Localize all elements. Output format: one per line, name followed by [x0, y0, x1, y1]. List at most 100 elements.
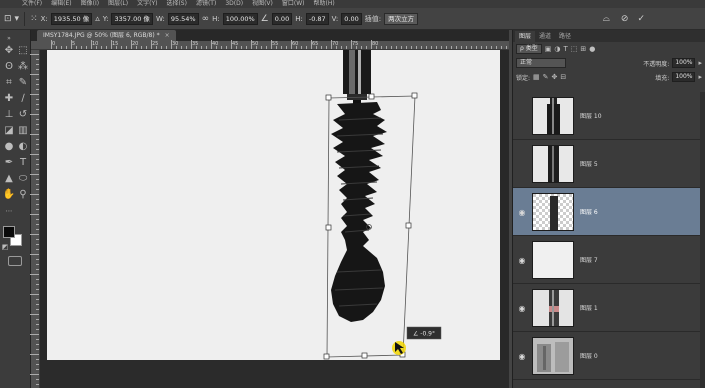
- ruler-tick: [36, 299, 39, 300]
- menu-edit[interactable]: 编辑(E): [51, 0, 71, 8]
- menu-filter[interactable]: 滤镜(T): [196, 0, 216, 8]
- layer-row[interactable]: 图层 10: [513, 92, 705, 140]
- transform-handle[interactable]: [405, 222, 412, 229]
- shape-tool-icon[interactable]: ⬭: [16, 172, 30, 186]
- width-field[interactable]: 95.54%: [167, 12, 199, 25]
- tab-layers[interactable]: 图层: [515, 31, 536, 42]
- menu-file[interactable]: 文件(F): [22, 0, 42, 8]
- lock-transparency-icon[interactable]: ▦: [533, 73, 540, 81]
- delta-icon[interactable]: ▵: [95, 13, 100, 25]
- visibility-toggle[interactable]: [516, 158, 528, 170]
- menu-view[interactable]: 视图(V): [252, 0, 273, 8]
- panel-scrollbar[interactable]: [700, 92, 705, 388]
- zoom-tool-icon[interactable]: ⚲: [16, 188, 30, 202]
- dodge-tool-icon[interactable]: ◐: [16, 140, 30, 154]
- crop-tool-icon[interactable]: ⌗: [2, 76, 16, 90]
- angle-field[interactable]: 0.00: [271, 12, 293, 25]
- marquee-tool-icon[interactable]: ⬚: [16, 44, 30, 58]
- transform-handle[interactable]: [368, 93, 375, 100]
- ruler-tick: [30, 214, 39, 215]
- fill-dropdown-icon[interactable]: ▸: [698, 73, 702, 81]
- menu-type[interactable]: 文字(Y): [137, 0, 157, 8]
- clone-stamp-tool-icon[interactable]: ⊥: [2, 108, 16, 122]
- transform-handle[interactable]: [325, 224, 332, 231]
- foreground-color-swatch[interactable]: [3, 226, 15, 238]
- eye-icon[interactable]: ◉: [516, 302, 528, 314]
- filter-toggle-icon[interactable]: ●: [589, 45, 595, 53]
- visibility-toggle[interactable]: [516, 110, 528, 122]
- eye-icon[interactable]: ◉: [516, 206, 528, 218]
- menu-window[interactable]: 窗口(W): [282, 0, 305, 8]
- fill-field[interactable]: 100%: [672, 72, 696, 82]
- filter-smart-icon[interactable]: ⊞: [580, 45, 586, 53]
- opacity-dropdown-icon[interactable]: ▸: [698, 59, 702, 67]
- transform-tool-icon[interactable]: ⊡: [4, 13, 12, 25]
- hand-tool-icon[interactable]: ✋: [2, 188, 16, 202]
- warp-icon[interactable]: ⌓: [603, 13, 610, 25]
- layer-row[interactable]: ◉ 图层 0: [513, 332, 705, 380]
- link-icon[interactable]: ∞: [202, 13, 210, 25]
- menu-3d[interactable]: 3D(D): [225, 0, 243, 8]
- document-tab[interactable]: IMSY1784.JPG @ 50% (图层 6, RGB/8) * ×: [37, 30, 176, 41]
- more-tools-icon[interactable]: ⋯: [2, 204, 16, 218]
- type-tool-icon[interactable]: T: [16, 156, 30, 170]
- tab-paths[interactable]: 路径: [555, 31, 575, 42]
- move-tool-icon[interactable]: ✥: [2, 44, 16, 58]
- height-field[interactable]: 100.00%: [222, 12, 258, 25]
- eyedropper-tool-icon[interactable]: ✎: [16, 76, 30, 90]
- eraser-tool-icon[interactable]: ◪: [2, 124, 16, 138]
- menu-help[interactable]: 帮助(H): [314, 0, 335, 8]
- lock-position-icon[interactable]: ✥: [552, 73, 558, 81]
- layer-row-selected[interactable]: ◉ 图层 6: [513, 188, 705, 236]
- lasso-tool-icon[interactable]: ʘ: [2, 60, 16, 74]
- ruler-minor-tick: [281, 46, 282, 49]
- transform-handle[interactable]: [323, 353, 330, 360]
- x-field[interactable]: 1935.50 像: [50, 12, 93, 25]
- menu-layer[interactable]: 图层(L): [108, 0, 128, 8]
- interp-select[interactable]: 两次立方: [384, 12, 419, 25]
- filter-type-icon[interactable]: T: [563, 45, 567, 53]
- cancel-icon[interactable]: ⊘: [621, 13, 629, 25]
- transform-handle[interactable]: [325, 94, 332, 101]
- lock-all-icon[interactable]: ⊟: [560, 73, 566, 81]
- pen-tool-icon[interactable]: ✒: [2, 156, 16, 170]
- lock-pixels-icon[interactable]: ✎: [543, 73, 549, 81]
- transform-handle[interactable]: [361, 352, 368, 359]
- opacity-field[interactable]: 100%: [672, 58, 696, 68]
- gradient-tool-icon[interactable]: ▥: [16, 124, 30, 138]
- magic-wand-tool-icon[interactable]: ⁂: [16, 60, 30, 74]
- vertical-ruler[interactable]: [30, 50, 40, 388]
- transform-handle[interactable]: [411, 92, 418, 99]
- eye-icon[interactable]: ◉: [516, 254, 528, 266]
- close-icon[interactable]: ×: [165, 32, 170, 39]
- brush-tool-icon[interactable]: ∕: [16, 92, 30, 106]
- default-colors-icon[interactable]: ◩: [0, 242, 10, 252]
- blur-tool-icon[interactable]: ●: [2, 140, 16, 154]
- filter-adjust-icon[interactable]: ◑: [554, 45, 560, 53]
- horizontal-ruler[interactable]: 0 5 10 15 20 25 30 35 40 45 50 55 60 65 70 75 80: [31, 40, 509, 50]
- blend-mode-select[interactable]: 正常: [516, 58, 566, 68]
- dropdown-arrow-icon[interactable]: ▾: [15, 13, 20, 25]
- eye-icon[interactable]: ◉: [516, 350, 528, 362]
- healing-brush-tool-icon[interactable]: ✚: [2, 92, 16, 106]
- path-selection-tool-icon[interactable]: ▲: [2, 172, 16, 186]
- filter-shape-icon[interactable]: ⬚: [571, 45, 578, 53]
- y-field[interactable]: 3357.00 像: [111, 12, 153, 25]
- filter-pixel-icon[interactable]: ▣: [545, 45, 552, 53]
- layer-row[interactable]: 图层 5: [513, 140, 705, 188]
- transparent-layer-thumbnail-icon: [533, 194, 573, 230]
- commit-check-icon[interactable]: ✓: [637, 13, 645, 25]
- ruler-minor-tick: [176, 46, 177, 49]
- menu-image[interactable]: 图像(I): [81, 0, 99, 8]
- layer-row[interactable]: ◉ 图层 7: [513, 236, 705, 284]
- hskew-field[interactable]: -0.87: [305, 12, 329, 25]
- history-brush-tool-icon[interactable]: ↺: [16, 108, 30, 122]
- vskew-field[interactable]: 0.00: [341, 12, 362, 25]
- canvas[interactable]: ∠ -0.9°: [47, 50, 500, 360]
- tab-channels[interactable]: 通道: [535, 31, 555, 42]
- layer-row[interactable]: ◉ 图层 1: [513, 284, 705, 332]
- reference-point-icon[interactable]: ⁙: [30, 13, 38, 25]
- quick-mask-icon[interactable]: [8, 256, 22, 266]
- filter-kind-select[interactable]: ρ 类型: [516, 44, 542, 54]
- menu-select[interactable]: 选择(S): [166, 0, 187, 8]
